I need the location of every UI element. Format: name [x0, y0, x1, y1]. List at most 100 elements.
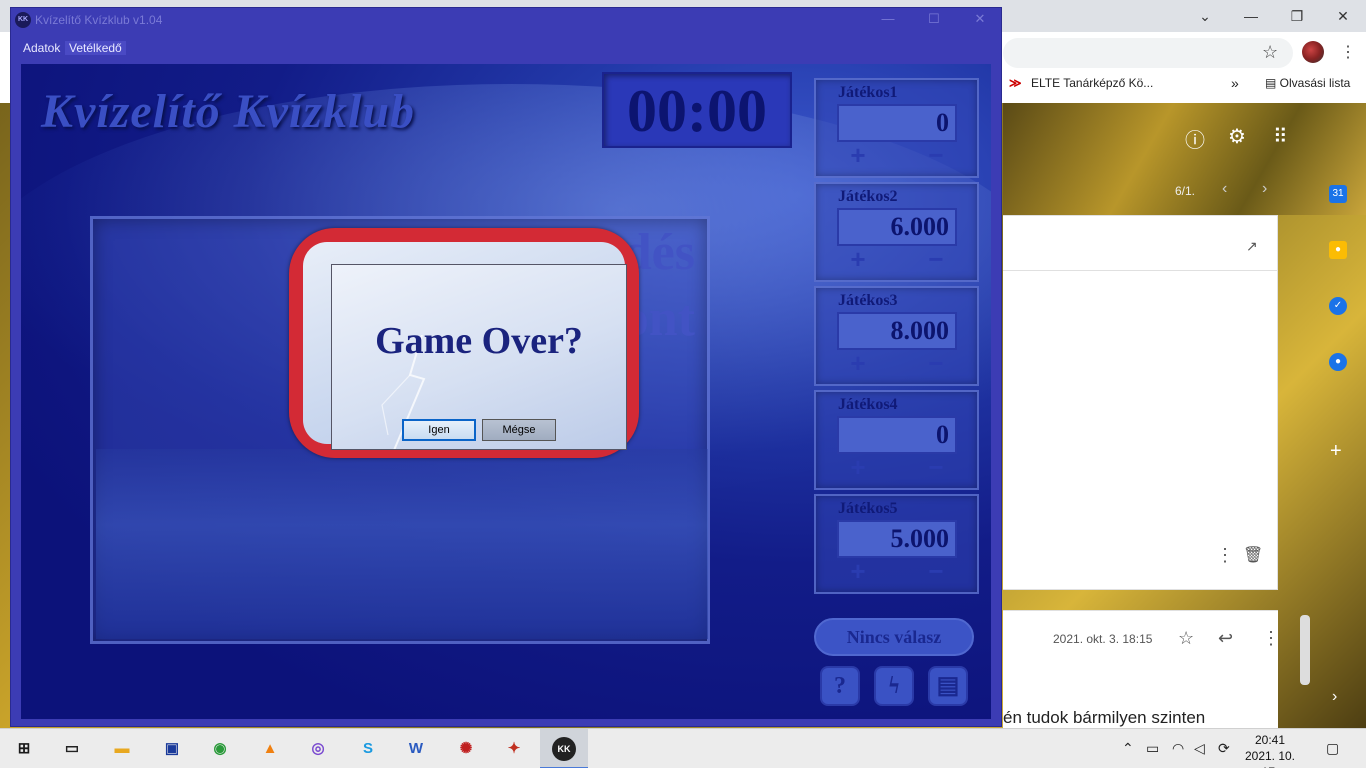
- tasks-icon[interactable]: ✓: [1329, 297, 1347, 315]
- no-answer-button[interactable]: Nincs válasz: [814, 618, 974, 656]
- sync-icon[interactable]: ⟳: [1218, 740, 1230, 757]
- player-score: 8.000: [837, 312, 957, 350]
- task-view-icon[interactable]: ▭: [60, 737, 84, 761]
- player-name: Játékos1: [838, 84, 898, 101]
- save-disk-icon[interactable]: ▣: [160, 737, 184, 761]
- sea-backdrop: [96, 449, 708, 639]
- battery-icon[interactable]: ▭: [1146, 740, 1159, 757]
- plus-icon[interactable]: +: [846, 142, 870, 168]
- reading-list-label: Olvasási lista: [1279, 76, 1351, 90]
- yes-button[interactable]: Igen: [402, 419, 476, 441]
- chrome-icon[interactable]: ◉: [208, 737, 232, 761]
- skype-icon[interactable]: S: [356, 737, 380, 761]
- word-icon[interactable]: W: [404, 737, 428, 761]
- profile-avatar[interactable]: [1302, 41, 1324, 63]
- keep-icon[interactable]: ●: [1329, 241, 1347, 259]
- windows-start-icon[interactable]: ⊞: [12, 737, 36, 761]
- dialog-ring-inner: Game Over? Igen Mégse: [303, 242, 627, 450]
- add-addon-icon[interactable]: +: [1330, 440, 1342, 463]
- scrollbar[interactable]: [1300, 615, 1310, 685]
- game-over-dialog-frame: Game Over? Igen Mégse: [289, 228, 639, 458]
- plus-icon[interactable]: +: [846, 246, 870, 272]
- tray-chevron-icon[interactable]: ⌃: [1122, 740, 1134, 757]
- viber-icon[interactable]: ◎: [306, 737, 330, 761]
- browser-minimize-icon[interactable]: ⌄: [1190, 4, 1220, 28]
- mail-card: [1003, 215, 1278, 590]
- vlc-icon[interactable]: ▲: [258, 737, 282, 761]
- prev-page-icon[interactable]: ‹: [1222, 180, 1227, 198]
- players-panel: Játékos1 0 + − Játékos2 6.000 + − Játéko…: [814, 78, 979, 708]
- next-page-icon[interactable]: ›: [1262, 180, 1267, 198]
- reply-icon[interactable]: ↩: [1218, 628, 1233, 649]
- help-question-button[interactable]: ?: [820, 666, 860, 706]
- app-close-button[interactable]: ✕: [965, 11, 995, 29]
- dialog-title: Game Over?: [375, 320, 583, 362]
- menu-adatok[interactable]: Adatok: [19, 41, 64, 55]
- cancel-button[interactable]: Mégse: [482, 419, 556, 441]
- plus-icon[interactable]: +: [846, 350, 870, 376]
- expand-panel-icon[interactable]: ›: [1332, 688, 1337, 706]
- bookmark-star-icon[interactable]: ☆: [1262, 42, 1278, 63]
- player-name: Játékos4: [838, 396, 898, 413]
- list-button[interactable]: ▤: [928, 666, 968, 706]
- minus-icon[interactable]: −: [924, 558, 948, 584]
- side-panel: 31 ● ✓ ● +: [1320, 175, 1358, 475]
- browser-close-button[interactable]: ✕: [1328, 4, 1358, 28]
- taskbar: ⊞ ▭ ▬ ▣ ◉ ▲ ◎ S W ✺ ✦ KK ⌃ ▭ ◠ ◁ ⟳ 20:41…: [0, 728, 1366, 768]
- notifications-icon[interactable]: ▢: [1326, 740, 1339, 757]
- pagination-count: 6/1.: [1175, 184, 1196, 198]
- lightning-button[interactable]: ϟ: [874, 666, 914, 706]
- app-maximize-button[interactable]: ☐: [919, 11, 949, 29]
- star-icon[interactable]: ☆: [1178, 628, 1194, 649]
- contacts-icon[interactable]: ●: [1329, 353, 1347, 371]
- plus-icon[interactable]: +: [846, 558, 870, 584]
- open-in-new-window-icon[interactable]: ↗: [1246, 238, 1258, 255]
- minus-icon[interactable]: −: [924, 350, 948, 376]
- browser-minimize-button[interactable]: —: [1236, 4, 1266, 28]
- mail-more-icon[interactable]: ⋮: [1262, 628, 1280, 649]
- apps-grid-icon[interactable]: ⠿: [1273, 124, 1288, 149]
- player-name: Játékos3: [838, 292, 898, 309]
- player-card: Játékos5 5.000 + −: [814, 494, 979, 594]
- reading-list-icon: ▤: [1265, 76, 1280, 90]
- bookmark-elte[interactable]: ELTE Tanárképző Kö...: [1031, 76, 1153, 90]
- system-clock[interactable]: 20:41 2021. 10. 17.: [1240, 732, 1300, 768]
- mail-date: 2021. okt. 3. 18:15: [1053, 632, 1153, 646]
- tool-app-icon[interactable]: ✦: [502, 737, 526, 761]
- wifi-icon[interactable]: ◠: [1172, 740, 1184, 757]
- game-app-icon[interactable]: ✺: [454, 737, 478, 761]
- more-options-icon[interactable]: ⋮: [1216, 545, 1234, 566]
- reading-list-button[interactable]: ▤ Olvasási lista: [1265, 76, 1350, 90]
- delete-icon[interactable]: 🗑: [1243, 545, 1263, 565]
- app-logo-icon: KK: [15, 12, 31, 28]
- player-card: Játékos4 0 + −: [814, 390, 979, 490]
- bookmarks-more-icon[interactable]: »: [1231, 75, 1239, 91]
- address-bar[interactable]: [1003, 38, 1293, 68]
- minus-icon[interactable]: −: [924, 246, 948, 272]
- browser-menu-icon[interactable]: ⋮: [1340, 42, 1356, 62]
- plus-icon[interactable]: +: [846, 454, 870, 480]
- mail-body-snippet: én tudok bármilyen szinten: [1003, 708, 1206, 727]
- browser-restore-button[interactable]: ❐: [1282, 4, 1312, 28]
- clock-date: 2021. 10. 17.: [1244, 749, 1296, 768]
- player-score: 6.000: [837, 208, 957, 246]
- help-icon[interactable]: ⓘ: [1185, 124, 1205, 153]
- minus-icon[interactable]: −: [924, 142, 948, 168]
- file-explorer-icon[interactable]: ▬: [110, 737, 134, 761]
- player-score: 0: [837, 104, 957, 142]
- volume-icon[interactable]: ◁: [1194, 740, 1205, 757]
- player-card: Játékos3 8.000 + −: [814, 286, 979, 386]
- quiz-app-taskbar-button[interactable]: KK: [540, 729, 588, 768]
- calendar-icon[interactable]: 31: [1329, 185, 1347, 203]
- countdown-timer: 00:00: [602, 72, 792, 148]
- quiz-app-icon: KK: [552, 737, 576, 761]
- gmail-header-theme: [1003, 103, 1366, 215]
- app-minimize-button[interactable]: —: [873, 11, 903, 29]
- player-name: Játékos2: [838, 188, 898, 205]
- elte-favicon-icon: ≫: [1009, 76, 1022, 90]
- settings-gear-icon[interactable]: ⚙: [1228, 124, 1246, 149]
- menu-vetelkedo[interactable]: Vetélkedő: [65, 41, 126, 55]
- game-stage: Kvízelítő Kvízklub 00:00 Villámkérdés 3.…: [21, 64, 991, 719]
- player-card: Játékos2 6.000 + −: [814, 182, 979, 282]
- minus-icon[interactable]: −: [924, 454, 948, 480]
